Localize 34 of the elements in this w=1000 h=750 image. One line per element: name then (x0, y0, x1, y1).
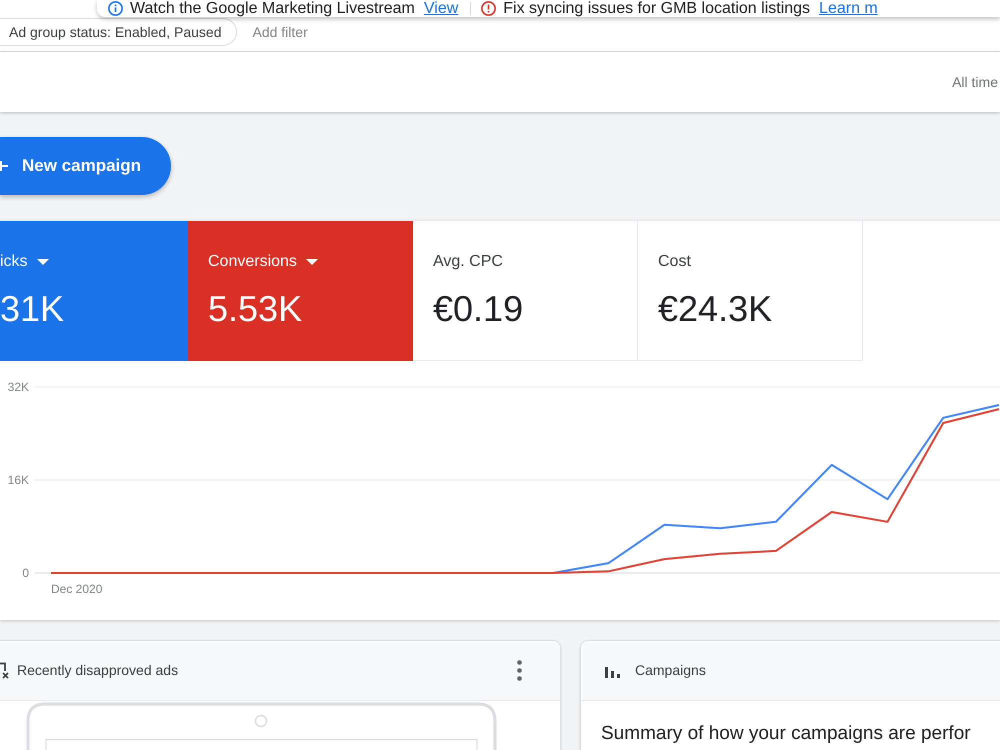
caret-down-icon[interactable] (36, 259, 49, 265)
metric-value: €0.19 (433, 287, 524, 331)
add-filter-button[interactable]: Add filter (252, 22, 308, 42)
metric-value: 31K (0, 287, 66, 331)
metric-card[interactable]: Cost €24.3K (638, 221, 863, 361)
card-title: Campaigns (635, 661, 706, 680)
frame-x-icon (0, 662, 9, 679)
axis-label: Dec 2020 (51, 582, 102, 596)
metric-value: €24.3K (658, 287, 774, 331)
banner-link[interactable]: Learn m (819, 0, 878, 17)
plus-icon (0, 161, 8, 171)
filter-chip[interactable]: Ad group status: Enabled, Paused (0, 18, 238, 46)
axis-label: 0 (22, 566, 29, 580)
banner-message: Watch the Google Marketing Livestream (130, 0, 415, 17)
new-campaign-button[interactable]: New campaign (0, 137, 171, 195)
banner-message: Fix syncing issues for GMB location listings (503, 0, 810, 17)
axis-label: 16K (8, 473, 29, 487)
axis-label: 32K (8, 380, 29, 394)
metric-label: Cost (658, 252, 691, 272)
metric-label: Conversions (208, 252, 297, 272)
banner-link[interactable]: View (424, 0, 458, 17)
date-range-button[interactable]: All time (952, 72, 998, 92)
metric-card[interactable]: Conversions 5.53K (188, 221, 413, 361)
error-icon (481, 1, 496, 16)
metric-label: icks (0, 252, 28, 272)
metric-card[interactable]: icks 31K (0, 221, 188, 361)
metric-value: 5.53K (208, 287, 304, 331)
card-title: Recently disapproved ads (17, 661, 178, 680)
info-icon (108, 1, 123, 16)
metric-label: Avg. CPC (433, 252, 503, 272)
caret-down-icon[interactable] (306, 259, 318, 265)
card-summary: Summary of how your campaigns are perfor (600, 722, 972, 746)
more-options-icon[interactable] (517, 660, 522, 681)
metric-card[interactable]: Avg. CPC €0.19 (413, 221, 638, 361)
